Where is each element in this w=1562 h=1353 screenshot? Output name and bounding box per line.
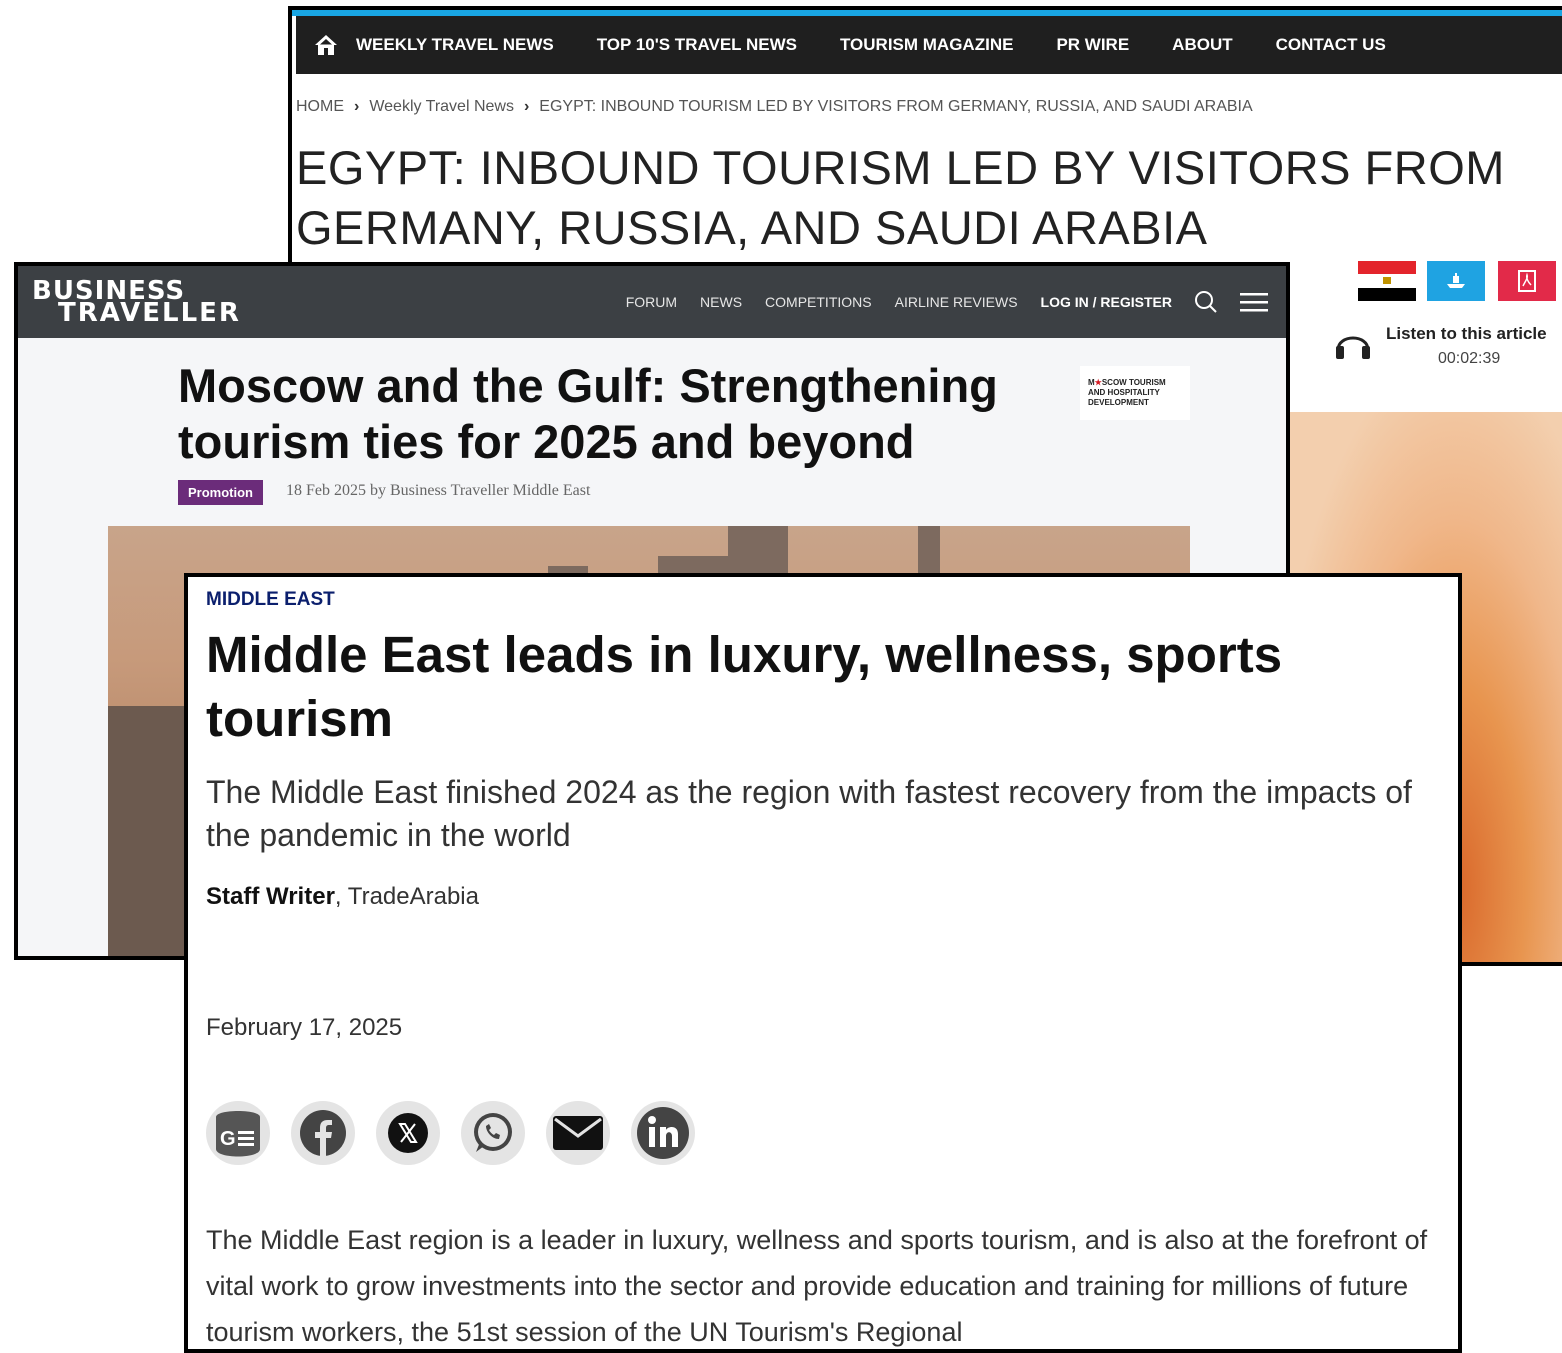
- headphones-icon[interactable]: [1334, 326, 1372, 365]
- nav-weekly-travel-news[interactable]: WEEKLY TRAVEL NEWS: [356, 35, 554, 55]
- menu-forum[interactable]: FORUM: [626, 294, 677, 310]
- linkedin-icon[interactable]: [631, 1101, 695, 1165]
- hamburger-menu-icon[interactable]: [1240, 292, 1268, 312]
- sponsor-logo: M★SCOW TOURISM AND HOSPITALITY DEVELOPME…: [1080, 366, 1190, 420]
- facebook-icon[interactable]: [291, 1101, 355, 1165]
- share-bar: G: [206, 1101, 716, 1165]
- home-icon[interactable]: [296, 34, 356, 56]
- ta-article-title: Middle East leads in luxury, wellness, s…: [206, 626, 1283, 747]
- egypt-nav-bar: WEEKLY TRAVEL NEWS TOP 10'S TRAVEL NEWS …: [296, 16, 1562, 74]
- source-name: , TradeArabia: [334, 883, 479, 910]
- tradearabia-panel: MIDDLE EAST Middle East leads in luxury,…: [184, 573, 1462, 1353]
- breadcrumb: HOME › Weekly Travel News › EGYPT: INBOUND T…: [296, 98, 1253, 116]
- menu-competitions[interactable]: COMPETITIONS: [765, 294, 872, 310]
- nav-tourism-magazine[interactable]: TOURISM MAGAZINE: [840, 35, 1013, 55]
- chevron-right-icon: ›: [523, 98, 530, 115]
- promotion-tag[interactable]: Promotion: [178, 480, 263, 505]
- listen-duration: 00:02:39: [1438, 350, 1501, 367]
- nav-contact-us[interactable]: CONTACT US: [1276, 35, 1386, 55]
- login-register-link[interactable]: LOG IN / REGISTER: [1041, 294, 1172, 310]
- author-name[interactable]: Staff Writer: [206, 883, 335, 910]
- google-news-icon[interactable]: G: [206, 1101, 270, 1165]
- pdf-icon-button[interactable]: [1498, 261, 1556, 301]
- bt-article-title: Moscow and the Gulf: Strengthening touri…: [178, 359, 998, 468]
- breadcrumb-home[interactable]: HOME: [296, 98, 344, 115]
- nav-top-10s-travel-news[interactable]: TOP 10'S TRAVEL NEWS: [597, 35, 797, 55]
- publish-date: February 17, 2025: [206, 1014, 403, 1041]
- breadcrumb-current: EGYPT: INBOUND TOURISM LED BY VISITORS F…: [539, 98, 1253, 115]
- breadcrumb-weekly-travel-news[interactable]: Weekly Travel News: [369, 98, 514, 115]
- svg-text:G: G: [220, 1128, 236, 1150]
- listen-label[interactable]: Listen to this article: [1386, 324, 1547, 344]
- byline: Staff Writer, TradeArabia: [206, 883, 479, 911]
- nav-pr-wire[interactable]: PR WIRE: [1056, 35, 1129, 55]
- bt-header-bar: BUSINESS TRAVELLER FORUM NEWS COMPETITIO…: [18, 266, 1286, 338]
- bt-menu: FORUM NEWS COMPETITIONS AIRLINE REVIEWS …: [603, 266, 1268, 338]
- menu-airline-reviews[interactable]: AIRLINE REVIEWS: [895, 294, 1018, 310]
- email-icon[interactable]: [546, 1101, 610, 1165]
- ship-icon-button[interactable]: [1427, 261, 1485, 301]
- article-subtitle: The Middle East finished 2024 as the reg…: [206, 774, 1412, 853]
- nav-about[interactable]: ABOUT: [1172, 35, 1232, 55]
- whatsapp-icon[interactable]: [461, 1101, 525, 1165]
- star-icon: ★: [1094, 378, 1102, 387]
- egypt-flag-icon[interactable]: [1358, 261, 1416, 301]
- chevron-right-icon: ›: [354, 98, 360, 115]
- business-traveller-logo[interactable]: BUSINESS TRAVELLER: [32, 278, 241, 326]
- category-label[interactable]: MIDDLE EAST: [206, 589, 335, 611]
- x-icon[interactable]: [376, 1101, 440, 1165]
- article-meta: 18 Feb 2025 by Business Traveller Middle…: [286, 482, 591, 499]
- egypt-article-title: EGYPT: INBOUND TOURISM LED BY VISITORS F…: [296, 141, 1505, 254]
- menu-news[interactable]: NEWS: [700, 294, 742, 310]
- search-icon[interactable]: [1194, 290, 1218, 314]
